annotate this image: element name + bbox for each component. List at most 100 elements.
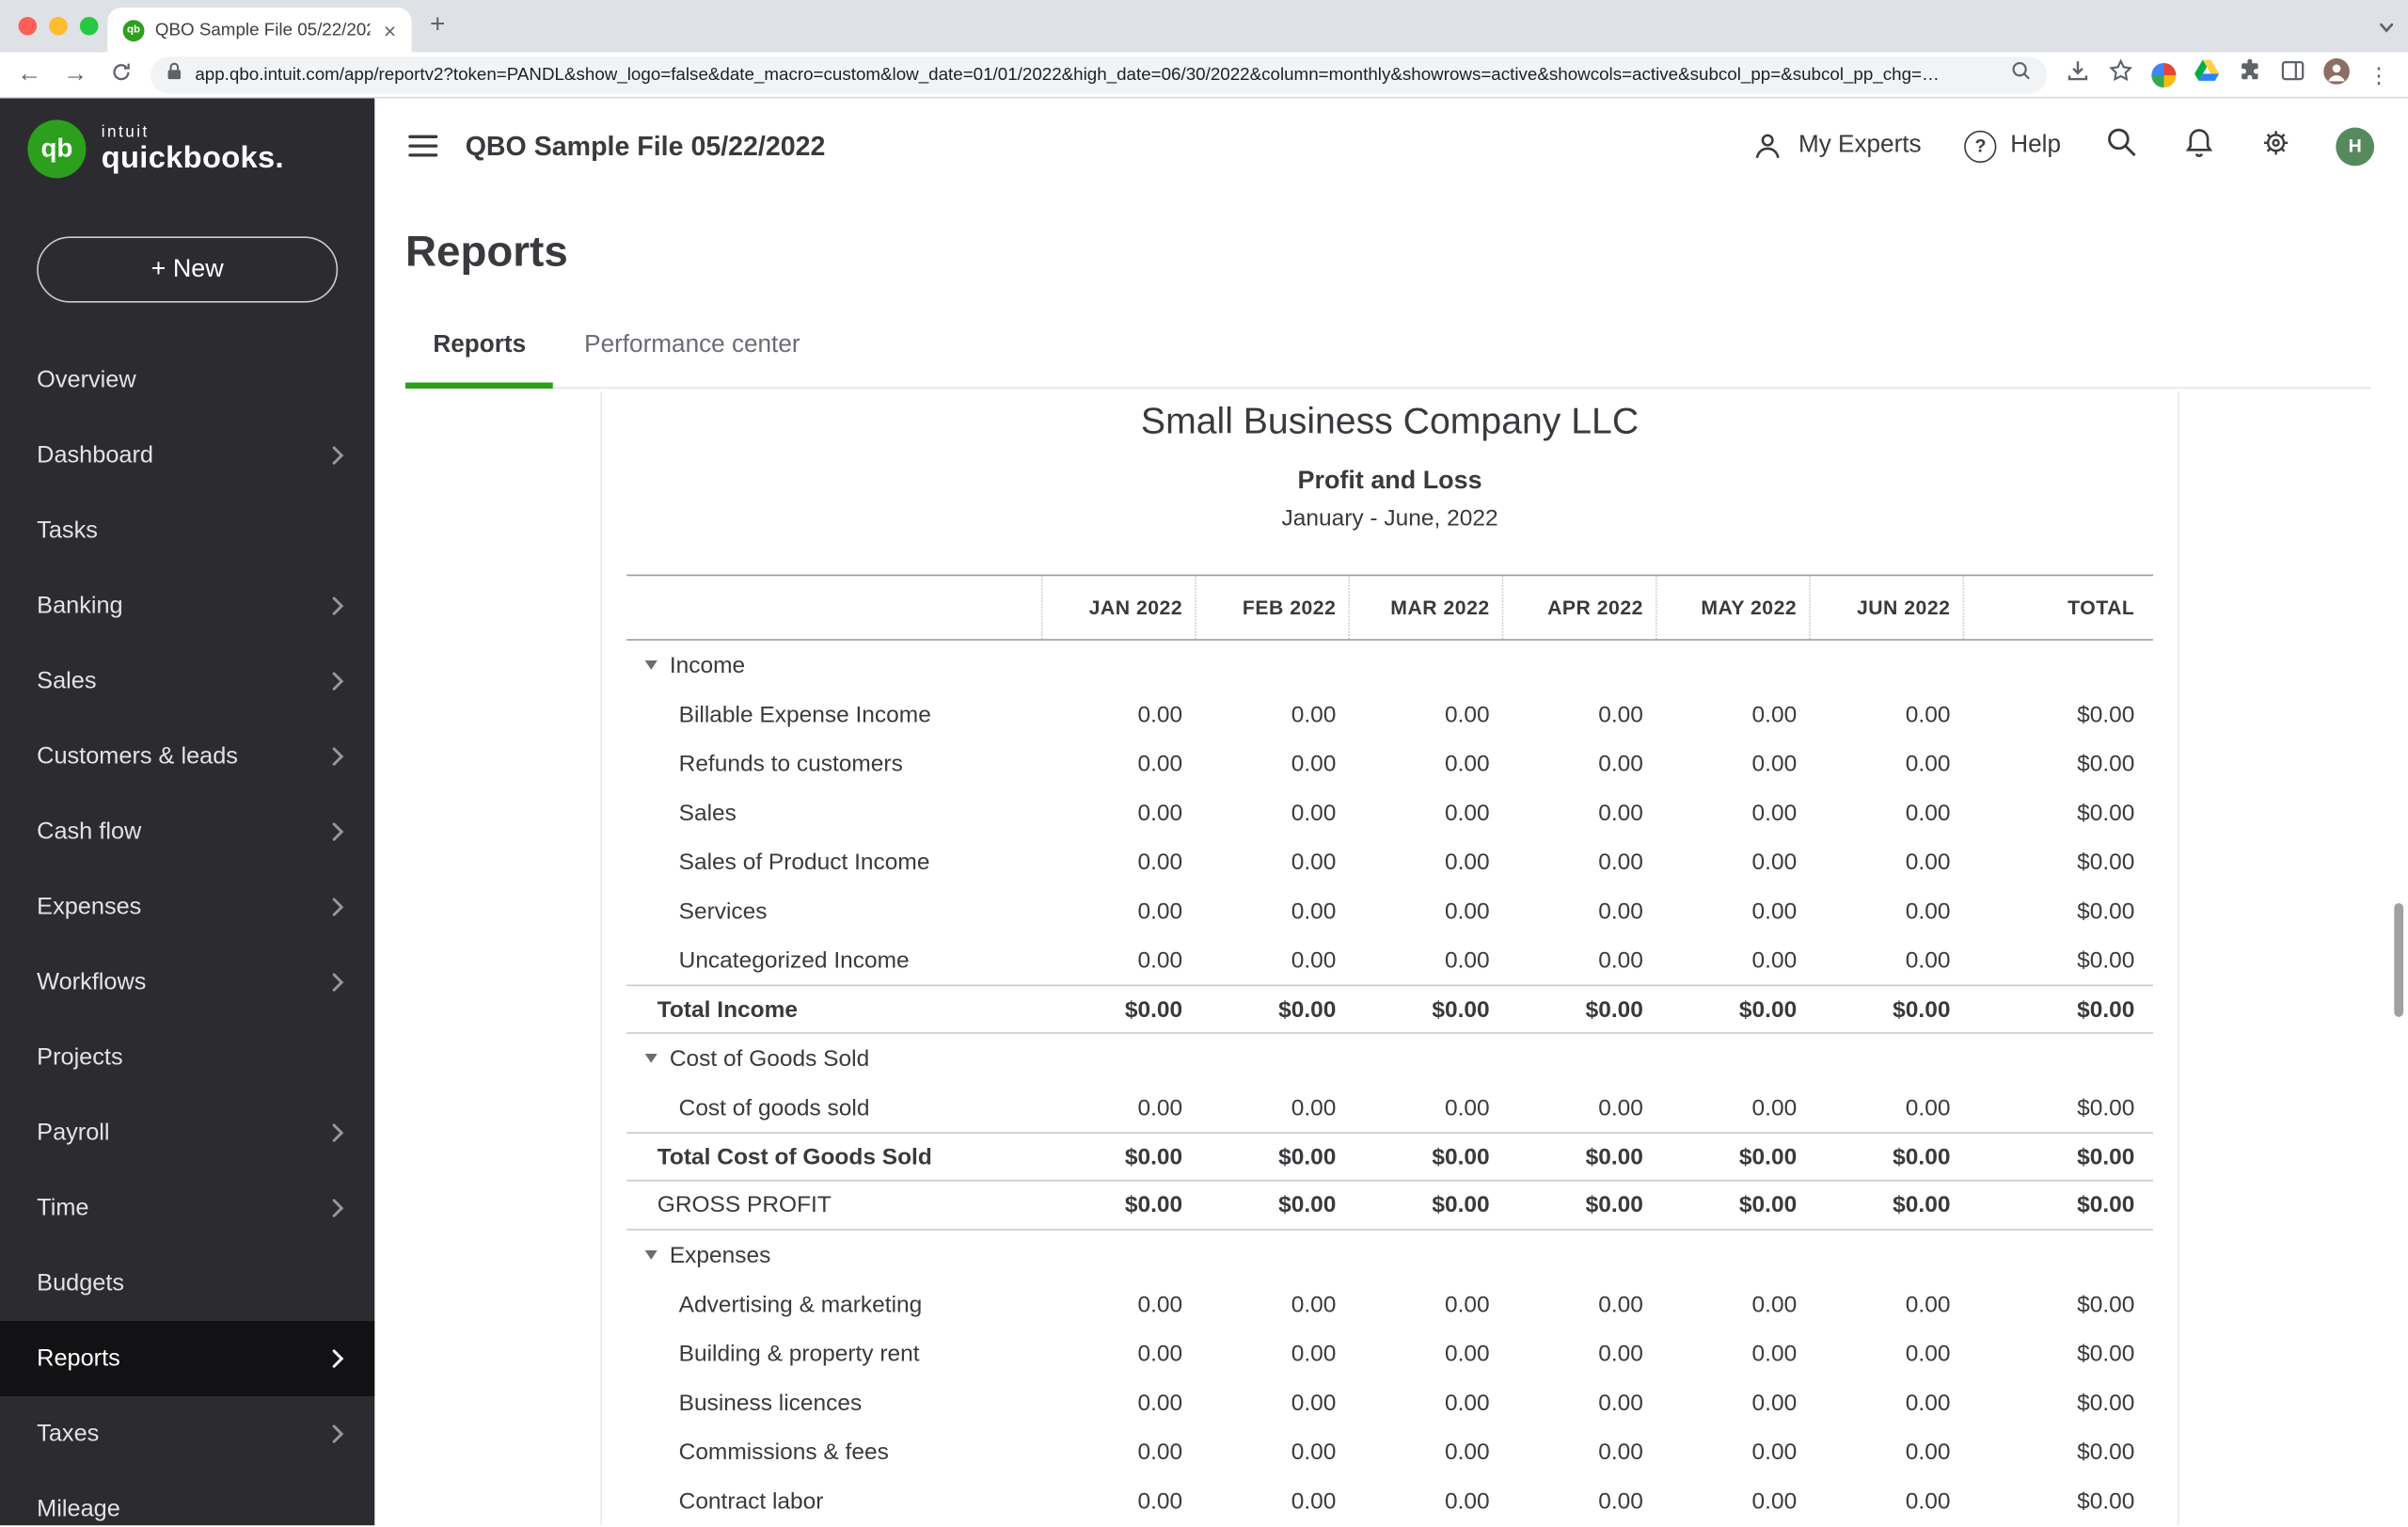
row-label-cell: Total Cost of Goods Sold	[626, 1144, 1041, 1170]
user-avatar[interactable]: H	[2336, 127, 2374, 166]
chevron-right-icon	[332, 897, 344, 916]
sidebar-item-label: Projects	[37, 1043, 122, 1071]
row-label: Expenses	[670, 1242, 771, 1268]
cell-value: 0.00	[1041, 1291, 1195, 1317]
cell-value: 0.00	[1809, 1291, 1962, 1317]
quickbooks-favicon-icon: qb	[123, 19, 145, 40]
sidebar-nav: Overview DashboardTasksBankingSalesCustom…	[0, 342, 374, 1525]
sidebar-item-dashboard[interactable]: Dashboard	[0, 418, 374, 493]
back-icon[interactable]: ←	[12, 62, 46, 87]
row-label: Income	[670, 652, 745, 678]
my-experts-button[interactable]: My Experts	[1751, 129, 1921, 163]
header-actions: My Experts ? Help H	[1751, 124, 2374, 167]
tab-performance-center[interactable]: Performance center	[557, 320, 828, 388]
sidebar-item-label: Cash flow	[37, 818, 141, 845]
reload-icon[interactable]	[104, 60, 138, 87]
window-close-button[interactable]	[19, 17, 38, 36]
row-label: GROSS PROFIT	[657, 1192, 832, 1218]
tab-reports[interactable]: Reports	[405, 320, 553, 388]
sidebar-item-workflows[interactable]: Workflows	[0, 945, 374, 1020]
browser-profile-avatar[interactable]	[2323, 57, 2350, 91]
sidebar-item-payroll[interactable]: Payroll	[0, 1095, 374, 1170]
sidebar-item-expenses[interactable]: Expenses	[0, 869, 374, 945]
cell-value: 0.00	[1656, 1439, 1809, 1465]
browser-menu-icon[interactable]: ⋮	[2368, 64, 2390, 86]
cell-value: 0.00	[1809, 898, 1962, 924]
sidebar-item-taxes[interactable]: Taxes	[0, 1396, 374, 1471]
forward-icon[interactable]: →	[58, 62, 92, 87]
report-row-cost-of-goods-sold: Cost of Goods Sold	[626, 1034, 2153, 1083]
sidebar-item-budgets[interactable]: Budgets	[0, 1246, 374, 1321]
cell-value: 0.00	[1348, 1340, 1501, 1366]
qb-logo-icon: qb	[27, 119, 86, 178]
new-tab-button[interactable]: +	[430, 9, 445, 40]
report-row-uncategorized-income: Uncategorized Income0.000.000.000.000.00…	[626, 935, 2153, 984]
sidebar-item-label: Budgets	[37, 1269, 124, 1296]
cell-value: 0.00	[1348, 800, 1501, 826]
cell-value: $0.00	[1963, 751, 2153, 777]
cell-value: 0.00	[1656, 1390, 1809, 1416]
help-button[interactable]: ? Help	[1964, 130, 2061, 162]
sidebar-item-cash-flow[interactable]: Cash flow	[0, 794, 374, 869]
cell-value: $0.00	[1041, 1192, 1195, 1218]
row-label-cell: Sales of Product Income	[626, 849, 1041, 875]
cell-value: $0.00	[1963, 1439, 2153, 1465]
sidebar-item-mileage[interactable]: Mileage	[0, 1471, 374, 1525]
zoom-icon[interactable]	[2010, 60, 2032, 89]
notifications-bell-icon[interactable]	[2182, 125, 2216, 167]
sidebar-item-overview[interactable]: Overview	[0, 342, 374, 418]
address-bar[interactable]: app.qbo.intuit.com/app/reportv2?token=PA…	[150, 56, 2047, 93]
collapse-triangle-icon[interactable]	[645, 660, 657, 670]
extensions-puzzle-icon[interactable]	[2238, 58, 2262, 90]
collapse-triangle-icon[interactable]	[645, 1054, 657, 1063]
tab-close-icon[interactable]: ×	[381, 19, 400, 40]
hamburger-menu-icon[interactable]	[408, 135, 437, 157]
side-panel-icon[interactable]	[2280, 58, 2305, 90]
sidebar-item-projects[interactable]: Projects	[0, 1020, 374, 1095]
drive-extension-icon[interactable]	[2194, 60, 2219, 89]
chevron-right-icon	[332, 1198, 344, 1217]
report-table: JAN 2022FEB 2022MAR 2022APR 2022MAY 2022…	[626, 575, 2153, 1526]
window-scrollbar[interactable]	[2394, 903, 2403, 1017]
tab-search-chevron-icon[interactable]	[2377, 17, 2396, 44]
sidebar-item-banking[interactable]: Banking	[0, 568, 374, 644]
collapse-triangle-icon[interactable]	[645, 1250, 657, 1260]
help-label: Help	[2010, 132, 2061, 159]
chevron-right-icon	[332, 1424, 344, 1443]
sidebar-item-label: Overview	[37, 366, 135, 393]
row-label: Uncategorized Income	[679, 947, 910, 974]
search-icon[interactable]	[2104, 124, 2140, 167]
page-content: Reports Reports Performance center Small…	[374, 194, 2408, 1526]
row-label-cell: Sales	[626, 800, 1041, 826]
bookmark-star-icon[interactable]	[2109, 58, 2133, 90]
sidebar-item-customers-leads[interactable]: Customers & leads	[0, 719, 374, 794]
sidebar-item-tasks[interactable]: Tasks	[0, 493, 374, 568]
cell-value: $0.00	[1348, 996, 1501, 1023]
new-button[interactable]: + New	[37, 236, 338, 302]
translate-extension-icon[interactable]	[2151, 62, 2176, 87]
download-icon[interactable]	[2066, 58, 2090, 90]
help-icon: ?	[1964, 130, 1996, 162]
row-label: Services	[679, 898, 768, 924]
sidebar-item-time[interactable]: Time	[0, 1170, 374, 1246]
browser-tab[interactable]: qb QBO Sample File 05/22/2022 ×	[107, 8, 411, 52]
settings-gear-icon[interactable]	[2259, 125, 2293, 167]
cell-value: $0.00	[1963, 701, 2153, 727]
brand-intuit: intuit	[102, 122, 284, 141]
cell-value: 0.00	[1041, 849, 1195, 875]
row-label: Total Income	[657, 996, 798, 1023]
sidebar-item-sales[interactable]: Sales	[0, 644, 374, 719]
report-title: Profit and Loss	[626, 466, 2153, 497]
cell-value: 0.00	[1656, 947, 1809, 974]
chevron-right-icon	[332, 1122, 344, 1142]
quickbooks-app: qb intuit quickbooks. + New OverviewDash…	[0, 98, 2408, 1525]
chevron-right-icon	[332, 972, 344, 992]
window-zoom-button[interactable]	[80, 17, 99, 36]
cell-value: $0.00	[1963, 800, 2153, 826]
cell-value: $0.00	[1963, 1144, 2153, 1170]
cell-value: 0.00	[1348, 701, 1501, 727]
column-header-total: TOTAL	[1963, 576, 2153, 639]
sidebar-item-reports[interactable]: Reports	[0, 1321, 374, 1396]
column-header-jun-2022: JUN 2022	[1809, 576, 1962, 639]
window-minimize-button[interactable]	[49, 17, 68, 36]
